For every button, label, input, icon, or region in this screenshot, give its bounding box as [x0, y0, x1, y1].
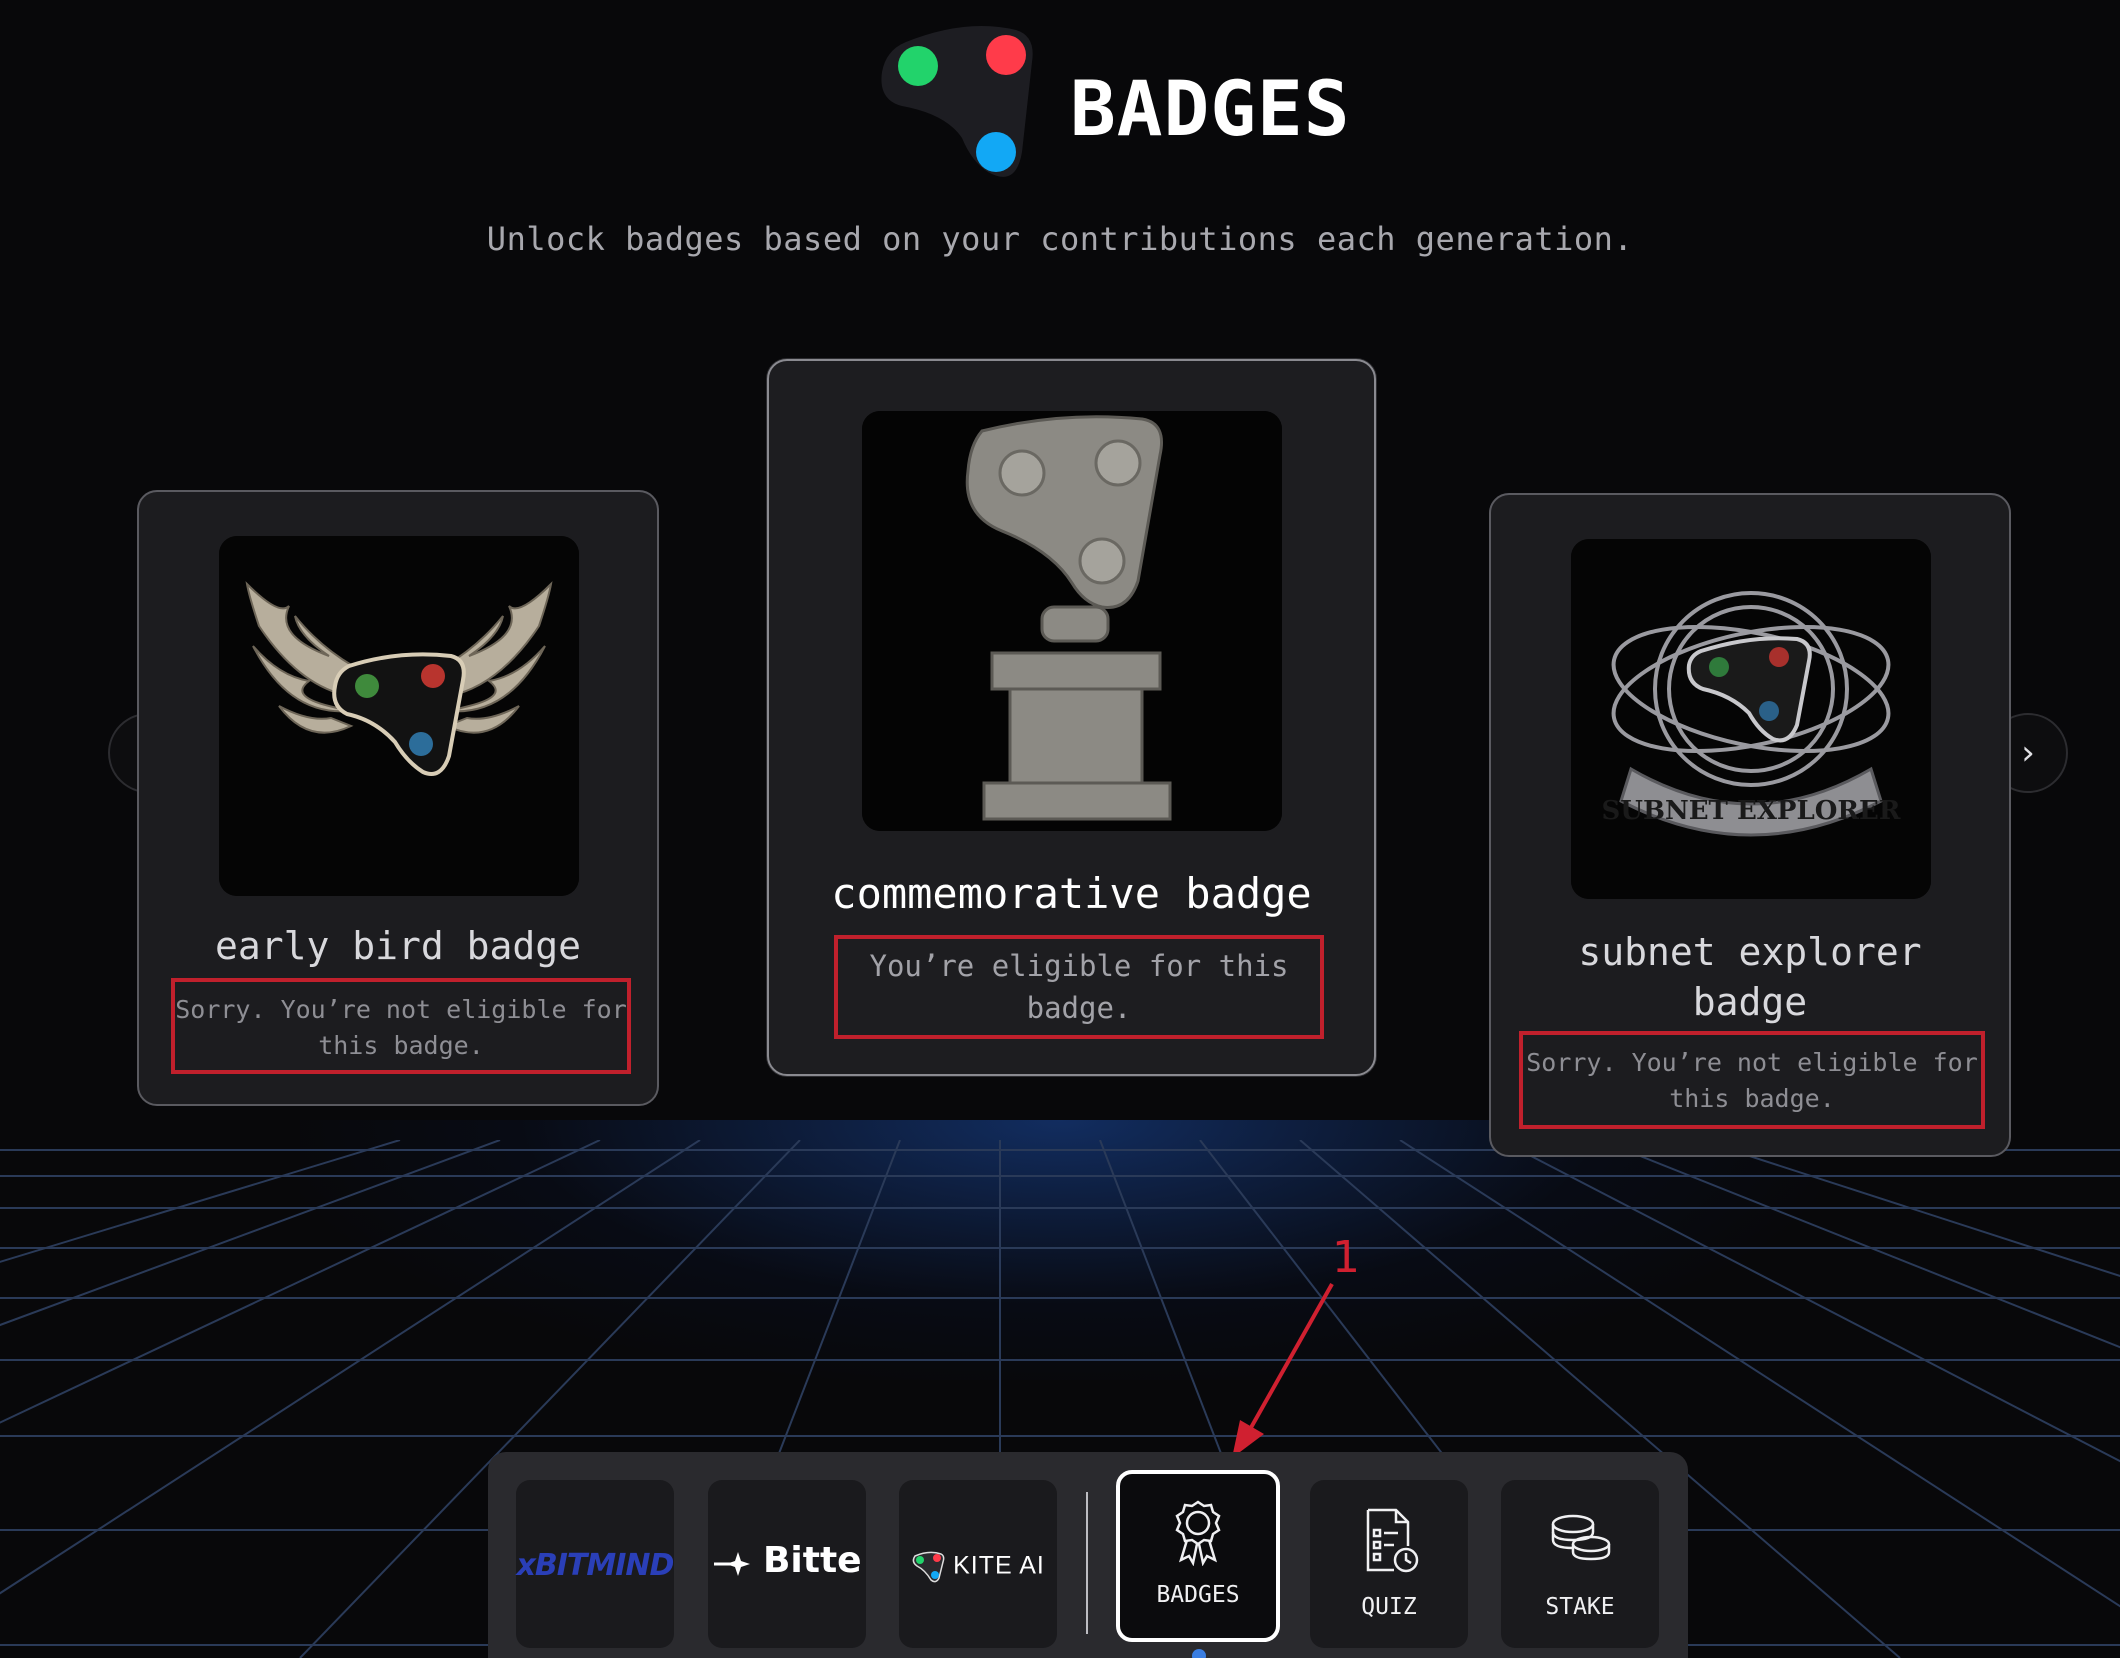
- kite-ai-logo: KITE AI: [899, 1550, 1057, 1584]
- subnet-explorer-badge-image: SUBNET EXPLORER: [1571, 539, 1931, 899]
- badge-card-subnet-explorer[interactable]: SUBNET EXPLORER subnet explorer badge So…: [1489, 493, 2011, 1157]
- kite-logo-icon: [912, 1551, 945, 1583]
- page-subtitle: Unlock badges based on your contribution…: [486, 220, 1634, 258]
- page-title: BADGES: [1070, 64, 1351, 153]
- quiz-checklist-icon: [1366, 1508, 1419, 1573]
- bottom-dock: xBITMIND Bitte KITE AI BADGES QUIZ STAKE: [488, 1452, 1688, 1658]
- badge-eligibility-message: Sorry. You’re not eligible for this badg…: [1519, 1031, 1985, 1129]
- dock-partner-bitte[interactable]: Bitte: [708, 1480, 866, 1648]
- dock-nav-label: BADGES: [1156, 1582, 1240, 1608]
- coins-stack-icon: [1551, 1514, 1611, 1561]
- award-ribbon-icon: [1175, 1500, 1221, 1566]
- chevron-right-icon: ›: [2021, 733, 2035, 773]
- badge-name: subnet explorer badge: [1578, 930, 1922, 1024]
- active-indicator-dot: [1192, 1649, 1206, 1658]
- badge-eligibility-message: You’re eligible for this badge.: [834, 935, 1324, 1039]
- sparkle-arrow-icon: [714, 1552, 751, 1576]
- badge-name: commemorative badge: [831, 869, 1312, 918]
- bitte-logo: Bitte: [708, 1540, 866, 1581]
- badge-name: early bird badge: [214, 924, 582, 968]
- dock-nav-stake[interactable]: STAKE: [1501, 1480, 1659, 1648]
- commemorative-badge-image: [862, 411, 1282, 831]
- dock-nav-label: STAKE: [1545, 1594, 1615, 1620]
- svg-text:SUBNET EXPLORER: SUBNET EXPLORER: [1602, 796, 1901, 826]
- dock-partner-bitmind[interactable]: xBITMIND: [516, 1480, 674, 1648]
- bitmind-logo: xBITMIND: [516, 1548, 675, 1583]
- dock-partner-kite-ai[interactable]: KITE AI: [899, 1480, 1057, 1648]
- app-logo: [881, 26, 1033, 177]
- dock-nav-badges[interactable]: BADGES: [1116, 1470, 1280, 1642]
- badge-card-commemorative[interactable]: commemorative badge You’re eligible for …: [767, 359, 1376, 1076]
- dock-nav-quiz[interactable]: QUIZ: [1310, 1480, 1468, 1648]
- early-bird-badge-image: [219, 536, 579, 896]
- badge-card-early-bird[interactable]: early bird badge Sorry. You’re not eligi…: [137, 490, 659, 1106]
- dock-nav-label: QUIZ: [1361, 1594, 1417, 1620]
- annotation-arrow-icon: [1232, 1283, 1334, 1458]
- badge-eligibility-message: Sorry. You’re not eligible for this badg…: [171, 978, 631, 1074]
- dock-divider: [1086, 1492, 1088, 1634]
